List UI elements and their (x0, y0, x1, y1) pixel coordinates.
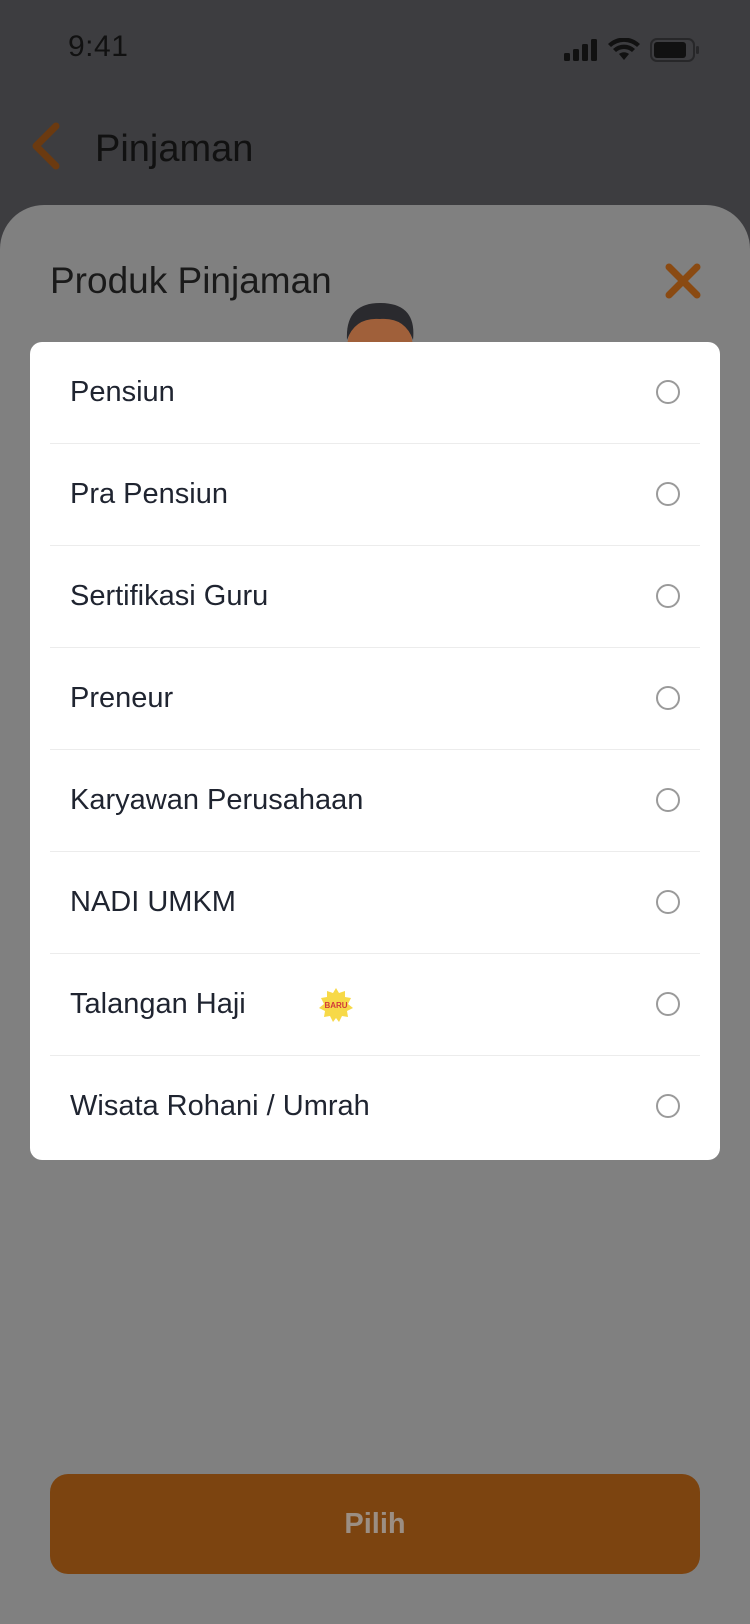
list-item[interactable]: Karyawan Perusahaan (50, 750, 700, 852)
list-item[interactable]: Pra Pensiun (50, 444, 700, 546)
radio-icon[interactable] (656, 584, 680, 608)
radio-icon[interactable] (656, 686, 680, 710)
list-item[interactable]: Preneur (50, 648, 700, 750)
radio-icon[interactable] (656, 992, 680, 1016)
option-label: Pensiun (70, 376, 175, 408)
list-item[interactable]: Sertifikasi Guru (50, 546, 700, 648)
close-icon[interactable] (664, 262, 702, 300)
wifi-icon (608, 38, 640, 60)
list-item[interactable]: NADI UMKM (50, 852, 700, 954)
list-item[interactable]: Pensiun (50, 342, 700, 444)
option-label: Sertifikasi Guru (70, 580, 269, 612)
option-label: Preneur (70, 682, 174, 714)
pilih-button[interactable]: Pilih (50, 1474, 700, 1574)
option-label: Wisata Rohani / Umrah (70, 1090, 370, 1122)
options-list: Pensiun Pra Pensiun Sertifikasi Guru Pre… (30, 342, 720, 1160)
list-item[interactable]: Wisata Rohani / Umrah (50, 1056, 700, 1158)
back-icon[interactable] (28, 122, 68, 170)
radio-icon[interactable] (656, 380, 680, 404)
status-icons (564, 36, 700, 64)
option-label: NADI UMKM (70, 886, 236, 918)
signal-icon (564, 39, 597, 61)
badge-label: BARU (324, 1001, 347, 1010)
status-bar: 9:41 (0, 0, 750, 100)
option-label: Pra Pensiun (70, 478, 228, 510)
list-item[interactable]: Talangan Haji BARU (50, 954, 700, 1056)
new-badge-icon: BARU (319, 988, 353, 1022)
page-title: Pinjaman (95, 128, 254, 170)
radio-icon[interactable] (656, 788, 680, 812)
battery-icon (650, 38, 699, 62)
radio-icon[interactable] (656, 482, 680, 506)
bottom-sheet: Produk Pinjaman Pensiun Pra Pensiun Sert… (0, 205, 750, 1624)
pilih-button-label: Pilih (344, 1507, 406, 1540)
radio-icon[interactable] (656, 890, 680, 914)
status-time: 9:41 (68, 30, 129, 63)
option-label: Talangan Haji (70, 988, 246, 1020)
option-label: Karyawan Perusahaan (70, 784, 364, 816)
radio-icon[interactable] (656, 1094, 680, 1118)
app-header: Pinjaman (0, 100, 750, 210)
